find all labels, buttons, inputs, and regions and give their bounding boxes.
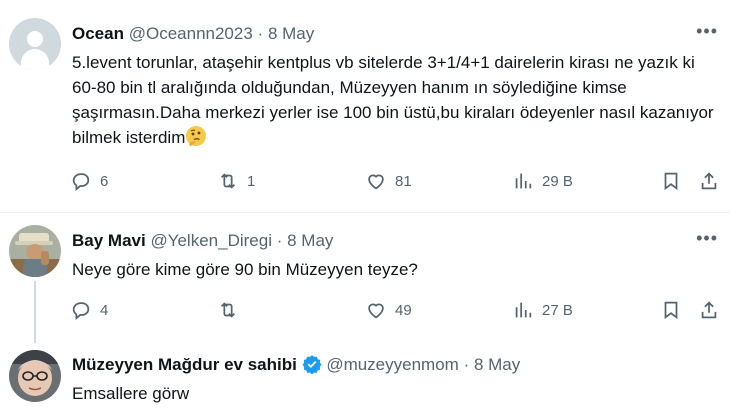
more-options-icon[interactable]: ••• bbox=[696, 227, 718, 249]
tweet-date[interactable]: 8 May bbox=[287, 231, 333, 250]
display-name[interactable]: Müzeyyen Mağdur ev sahibi bbox=[72, 355, 297, 374]
heart-icon bbox=[368, 303, 384, 319]
user-handle[interactable]: @muzeyyenmom bbox=[326, 355, 459, 374]
share-icon bbox=[701, 172, 717, 190]
retweet-button[interactable]: 1 bbox=[217, 166, 255, 196]
reply-button[interactable]: 4 bbox=[70, 295, 108, 325]
bookmark-button[interactable] bbox=[660, 295, 682, 325]
bookmark-button[interactable] bbox=[660, 166, 682, 196]
share-icon bbox=[701, 301, 717, 319]
reply-button[interactable]: 6 bbox=[70, 166, 108, 196]
views-button[interactable]: 27 B bbox=[512, 295, 573, 325]
like-count: 81 bbox=[395, 172, 412, 190]
avatar-photo bbox=[9, 350, 61, 402]
bookmark-icon bbox=[664, 172, 678, 191]
tweet[interactable]: Bay Mavi @Yelken_Diregi · 8 May ••• Neye… bbox=[0, 213, 730, 343]
retweet-icon bbox=[220, 302, 236, 318]
retweet-count: 1 bbox=[247, 172, 256, 190]
avatar[interactable] bbox=[9, 350, 61, 402]
like-button[interactable]: 81 bbox=[365, 166, 412, 196]
avatar-body-shape bbox=[21, 49, 49, 70]
reply-count: 4 bbox=[100, 301, 109, 319]
tweet-actions: 4 49 27 B bbox=[62, 295, 730, 325]
like-button[interactable]: 49 bbox=[365, 295, 412, 325]
bookmark-icon bbox=[664, 301, 678, 320]
avatar[interactable] bbox=[9, 225, 61, 277]
tweet[interactable]: Ocean @Oceannn2023 · 8 May ••• 5.levent … bbox=[0, 0, 730, 212]
reply-count: 6 bbox=[100, 172, 109, 190]
separator-dot: · bbox=[257, 24, 264, 43]
tweet-header: Ocean @Oceannn2023 · 8 May bbox=[72, 23, 314, 45]
retweet-icon bbox=[220, 173, 236, 189]
tweet-header: Bay Mavi @Yelken_Diregi · 8 May bbox=[72, 230, 333, 252]
avatar-head-shape bbox=[27, 31, 43, 47]
share-button[interactable] bbox=[698, 295, 720, 325]
view-count: 27 B bbox=[542, 301, 573, 319]
tweet-date[interactable]: 8 May bbox=[268, 24, 314, 43]
reply-icon bbox=[72, 173, 90, 192]
views-button[interactable]: 29 B bbox=[512, 166, 573, 196]
tweet-text: Neye göre kime göre 90 bin Müzeyyen teyz… bbox=[72, 260, 418, 279]
tweet[interactable]: Müzeyyen Mağdur ev sahibi @muzeyyenmom ·… bbox=[0, 340, 730, 420]
verified-badge-icon bbox=[302, 355, 322, 375]
display-name[interactable]: Bay Mavi bbox=[72, 231, 146, 250]
separator-dot: · bbox=[463, 355, 470, 374]
reply-icon bbox=[72, 302, 90, 321]
user-handle[interactable]: @Oceannn2023 bbox=[129, 24, 253, 43]
thread-line bbox=[34, 281, 36, 343]
view-count: 29 B bbox=[542, 172, 573, 190]
tweet-text: 5.levent torunlar, ataşehir kentplus vb … bbox=[72, 50, 722, 150]
avatar[interactable] bbox=[9, 18, 61, 70]
like-count: 49 bbox=[395, 301, 412, 319]
tweet-actions: 6 1 81 29 B bbox=[62, 166, 730, 196]
retweet-button[interactable] bbox=[217, 295, 247, 325]
analytics-icon bbox=[515, 302, 532, 318]
analytics-icon bbox=[515, 173, 532, 189]
separator-dot: · bbox=[276, 231, 283, 250]
tweet-header: Müzeyyen Mağdur ev sahibi @muzeyyenmom ·… bbox=[72, 354, 520, 376]
tweet-text-body: 5.levent torunlar, ataşehir kentplus vb … bbox=[72, 53, 714, 147]
avatar-photo bbox=[9, 225, 61, 277]
user-handle[interactable]: @Yelken_Diregi bbox=[150, 231, 272, 250]
more-options-icon[interactable]: ••• bbox=[696, 20, 718, 42]
thinking-face-icon bbox=[185, 125, 207, 147]
display-name[interactable]: Ocean bbox=[72, 24, 124, 43]
tweet-text: Emsallere görw bbox=[72, 384, 190, 403]
heart-icon bbox=[368, 174, 384, 190]
share-button[interactable] bbox=[698, 166, 720, 196]
tweet-date[interactable]: 8 May bbox=[474, 355, 520, 374]
